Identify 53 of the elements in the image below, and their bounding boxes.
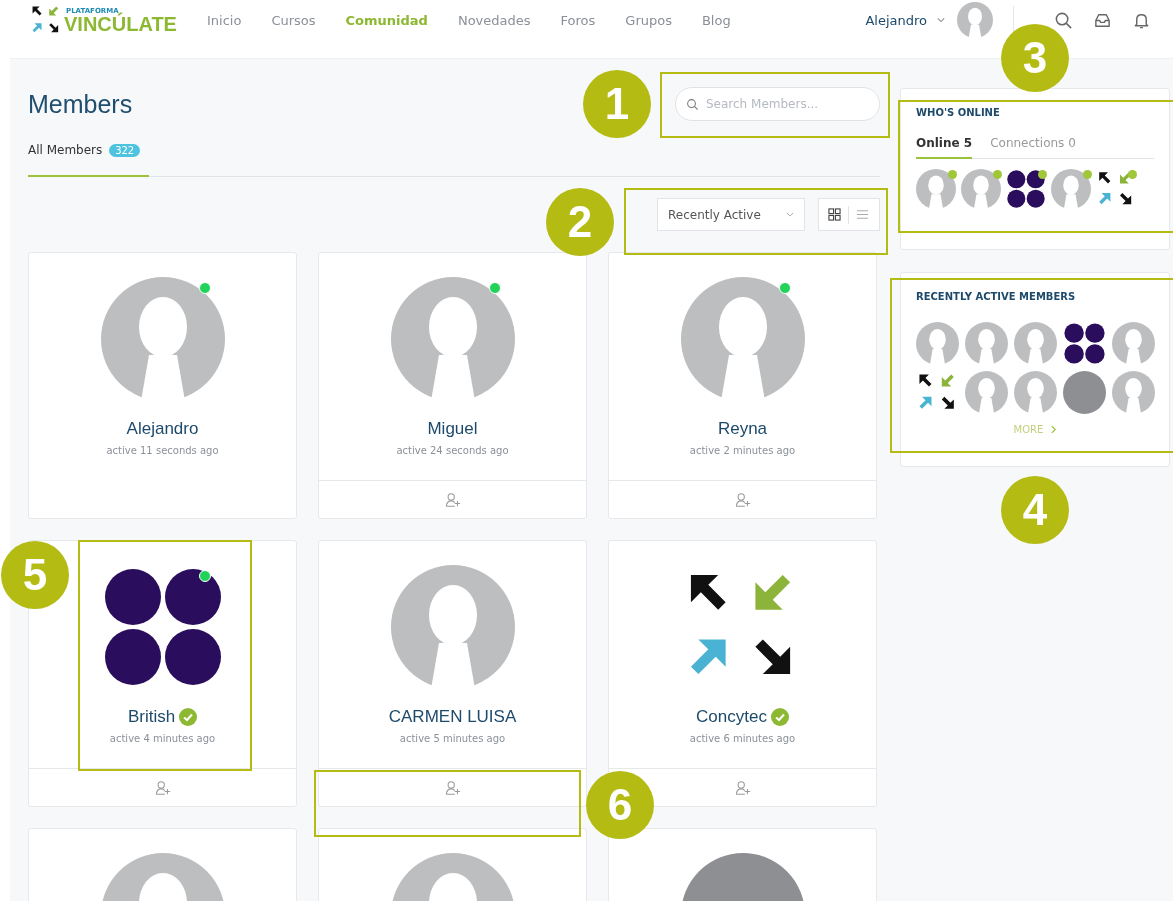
member-name[interactable]: British [127,707,176,727]
search-icon [686,98,699,111]
avatar-silhouette-icon[interactable] [1014,322,1057,365]
avatar-silhouette-icon[interactable] [916,169,956,209]
member-name[interactable]: Miguel [427,419,478,439]
avatar-silhouette-icon[interactable] [390,277,515,401]
add-user-icon [444,491,461,508]
avatar-silhouette-icon[interactable] [965,371,1008,414]
add-user-icon [734,779,751,796]
last-active-text: active 4 minutes ago [109,733,216,744]
member-name[interactable]: Concytec [696,707,767,727]
add-user-icon [734,491,751,508]
avatar-silhouette-icon[interactable] [961,169,1001,209]
avatar-silhouette-icon[interactable] [1112,371,1155,414]
search-field[interactable]: Search Members... [675,87,880,121]
last-active-text: active 5 minutes ago [399,733,506,744]
logo-name: VINCÚLATE [64,14,177,34]
avatar-silhouette-icon[interactable] [965,322,1008,365]
member-name[interactable]: CARMEN LUISA [388,707,517,727]
caret-icon[interactable] [937,17,945,23]
last-active-text: active 11 seconds ago [106,445,219,456]
last-active-text: active 6 minutes ago [689,733,796,744]
sort-dropdown[interactable]: Recently Active [657,198,805,231]
last-active-text: active 2 minutes ago [689,445,796,456]
avatar-silhouette-icon[interactable] [1112,322,1155,365]
widget-tab[interactable]: Online 5 [916,136,973,159]
last-active-text: active 24 seconds ago [396,445,509,456]
page-title: Members [28,89,133,119]
member-name[interactable]: Alejandro [126,419,199,439]
widget-title: RECENTLY ACTIVE MEMBERS [916,291,1077,302]
user-name[interactable]: Alejandro [865,12,927,28]
add-user-icon [154,779,171,796]
grid-view-icon[interactable] [828,208,841,221]
avatar-icon[interactable] [957,2,993,38]
widget-title: WHO'S ONLINE [916,107,1001,118]
dots-avatar-icon[interactable] [1063,322,1106,365]
caret-icon [786,212,794,217]
avatar-silhouette-icon[interactable] [680,277,805,401]
count-badge: 322 [109,144,141,157]
avatar-silhouette-icon[interactable] [100,277,225,401]
avatar-silhouette-icon[interactable] [390,565,515,689]
avatar-silhouette-icon[interactable] [1051,169,1091,209]
avatar-silhouette-icon[interactable] [916,322,959,365]
list-view-icon[interactable] [856,208,869,221]
search-icon[interactable] [1054,10,1073,30]
photo-placeholder[interactable] [1063,371,1106,414]
add-user-icon [444,779,461,796]
callout-number: 3 [1001,24,1069,92]
members-tab[interactable]: All Members 322 [28,143,149,177]
member-name[interactable]: Reyna [717,419,768,439]
chevron-right-icon [1051,425,1057,434]
avatar-silhouette-icon[interactable] [1014,371,1057,414]
dots-avatar-icon[interactable] [1006,169,1046,209]
